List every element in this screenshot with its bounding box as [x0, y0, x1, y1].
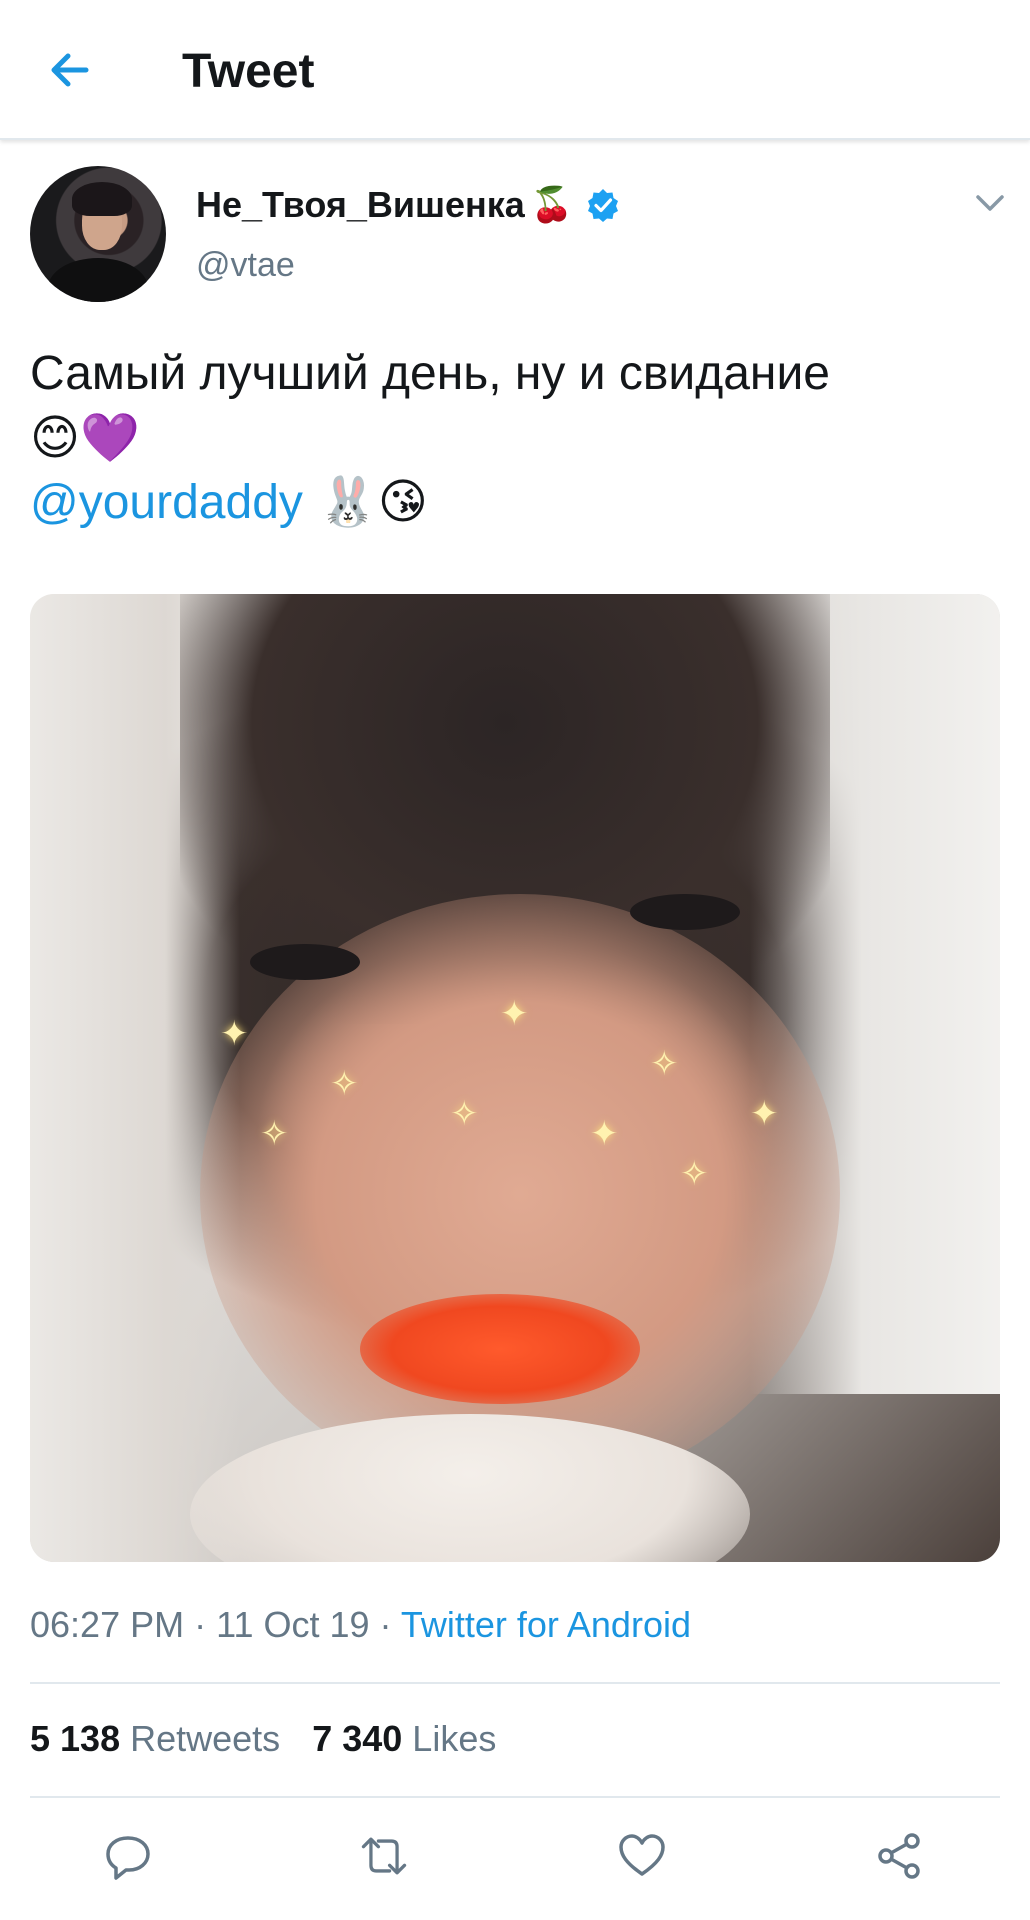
like-button[interactable] [614, 1828, 670, 1884]
retweet-button[interactable] [356, 1828, 412, 1884]
mention-link[interactable]: @yourdaddy [30, 476, 303, 529]
author-name-row[interactable]: Не_Твоя_Вишенка 🍒 [196, 180, 621, 230]
author-name: Не_Твоя_Вишенка [196, 184, 525, 225]
tweet-source-link[interactable]: Twitter for Android [401, 1604, 691, 1645]
reply-button[interactable] [100, 1828, 156, 1884]
sparkle-icon: ✧ [450, 1095, 479, 1133]
tweet-time: 06:27 PM [30, 1604, 185, 1645]
verified-badge-icon [585, 187, 621, 223]
tweet-photo[interactable]: ✦ ✧ ✦ ✧ ✦ ✧ ✦ ✧ ✧ [30, 594, 1000, 1562]
likes-stat[interactable]: 7 340 Likes [312, 1718, 496, 1760]
sparkle-icon: ✧ [330, 1065, 359, 1103]
sparkle-icon: ✧ [680, 1155, 709, 1193]
avatar[interactable] [30, 166, 166, 302]
retweet-icon [361, 1837, 407, 1875]
tweet-meta: 06:27 PM · 11 Oct 19 · Twitter for Andro… [30, 1604, 691, 1645]
tweet-stats: 5 138 Retweets 7 340 Likes [30, 1718, 496, 1760]
sparkle-icon: ✦ [500, 995, 529, 1033]
tweet-date: 11 Oct 19 [216, 1604, 370, 1645]
app-header: Tweet [0, 0, 1030, 140]
retweets-stat[interactable]: 5 138 Retweets [30, 1718, 280, 1760]
heart-icon [619, 1834, 665, 1876]
reply-icon [106, 1836, 150, 1880]
tweet-text: Самый лучший день, ну и свидание 😊💜 @you… [30, 342, 1000, 535]
sparkle-icon: ✦ [750, 1095, 779, 1133]
author-handle[interactable]: @vtae [196, 246, 295, 285]
divider [30, 1796, 1000, 1798]
sparkle-icon: ✦ [590, 1115, 619, 1153]
share-button[interactable] [872, 1828, 928, 1884]
tweet-actions [0, 1820, 1030, 1890]
divider [30, 1682, 1000, 1684]
sparkle-icon: ✧ [650, 1045, 679, 1083]
page-title: Tweet [182, 45, 315, 98]
sparkle-icon: ✦ [220, 1015, 249, 1053]
back-button[interactable] [40, 40, 100, 100]
tweet-emoji-line: 😊💜 [30, 410, 140, 466]
cherry-emoji: 🍒 [530, 185, 574, 225]
mention-emoji: 🐰😘 [302, 474, 428, 530]
share-icon [878, 1833, 920, 1879]
tweet-line-1: Самый лучший день, ну и свидание [30, 347, 830, 400]
arrow-left-icon [51, 53, 89, 87]
more-options-chevron-down-icon[interactable] [970, 188, 1010, 218]
sparkle-icon: ✧ [260, 1115, 289, 1153]
